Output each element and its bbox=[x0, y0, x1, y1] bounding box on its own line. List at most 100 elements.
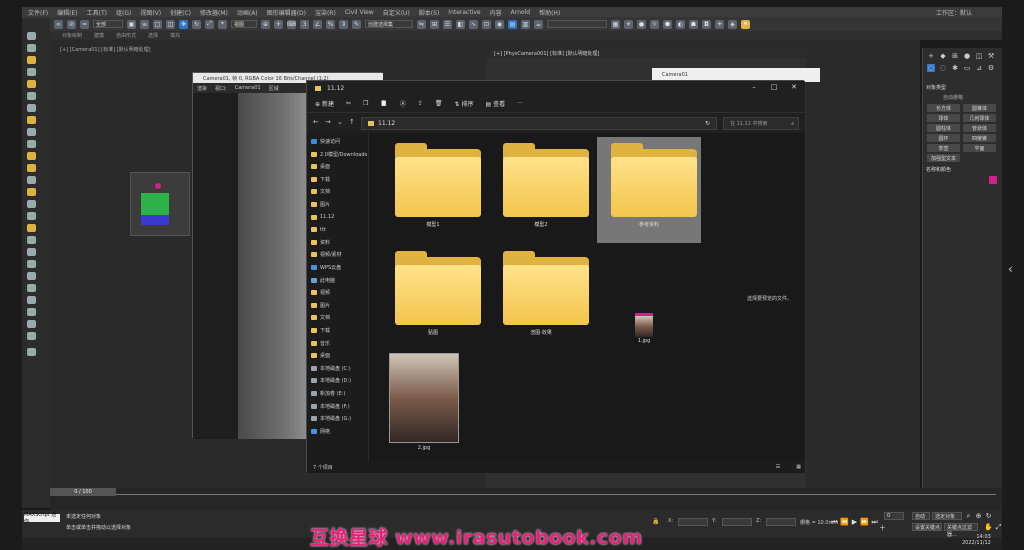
nav-item[interactable]: 本地磁盘 (F:) bbox=[311, 402, 369, 411]
sphere-button[interactable]: 球体 bbox=[927, 114, 960, 122]
file-item[interactable]: 2.jpg bbox=[387, 351, 461, 455]
menu-item-graph-editors[interactable]: 图形编辑器(D) bbox=[267, 8, 306, 17]
bind-space-warp-icon[interactable]: ≈ bbox=[80, 19, 89, 29]
nav-item[interactable]: 11.12 bbox=[311, 213, 369, 222]
nav-item[interactable]: 图片 bbox=[311, 301, 369, 310]
nav-item[interactable]: 文档 bbox=[311, 187, 369, 196]
scene-explorer-icon[interactable] bbox=[27, 44, 36, 52]
up-icon[interactable]: ↑ bbox=[349, 118, 355, 126]
set-key-icon[interactable]: ＋ bbox=[878, 524, 887, 532]
plus-icon[interactable]: + bbox=[927, 52, 935, 60]
new-button[interactable]: ⊕ 新建 bbox=[315, 99, 334, 108]
vray-sphere-light-icon[interactable]: ● bbox=[637, 19, 646, 29]
render-preset-dropdown[interactable] bbox=[547, 20, 607, 28]
display-tab-icon[interactable]: ◫ bbox=[975, 52, 983, 60]
link-icon[interactable]: ∞ bbox=[54, 19, 63, 29]
reference-coordinate-dropdown[interactable]: 视图 bbox=[231, 20, 257, 28]
object-color-swatch[interactable] bbox=[989, 176, 997, 184]
sun-icon[interactable] bbox=[27, 164, 36, 172]
go-to-start-icon[interactable]: ⏮ bbox=[830, 518, 839, 526]
nav-item[interactable]: 桌面 bbox=[311, 162, 369, 171]
menu-item-scripting[interactable]: 脚本(S) bbox=[419, 8, 440, 17]
space-warp-icon[interactable] bbox=[27, 116, 36, 124]
pivot-center-icon[interactable]: ⊕ bbox=[261, 19, 270, 29]
select-rotate-icon[interactable]: ↻ bbox=[192, 19, 201, 29]
plane-button[interactable]: 平面 bbox=[963, 144, 996, 152]
hierarchy-tab-icon[interactable]: ⊞ bbox=[951, 52, 959, 60]
nav-item[interactable]: 下载 bbox=[311, 326, 369, 335]
modify-icon[interactable]: ◆ bbox=[939, 52, 947, 60]
nav-item[interactable]: 文档 bbox=[311, 313, 369, 322]
nav-item[interactable]: 图片 bbox=[311, 200, 369, 209]
nav-item[interactable]: 本地磁盘 (C:) bbox=[311, 364, 369, 373]
utilities-icon[interactable] bbox=[27, 212, 36, 220]
palette-icon[interactable] bbox=[27, 320, 36, 328]
hierarchy-icon[interactable] bbox=[27, 176, 36, 184]
helpers-icon[interactable] bbox=[27, 80, 36, 88]
vray-mesh-icon[interactable]: ◈ bbox=[728, 19, 737, 29]
menu-item-create[interactable]: 创建(C) bbox=[170, 8, 191, 17]
schematic-view-icon[interactable]: ⊡ bbox=[482, 19, 491, 29]
set-key-button[interactable]: 设置关键点 bbox=[912, 523, 942, 531]
display-icon[interactable] bbox=[27, 200, 36, 208]
vray-sun-icon[interactable]: ☼ bbox=[650, 19, 659, 29]
render-toolbar-region[interactable]: 区域 bbox=[269, 85, 279, 92]
ribbon-tab-selection[interactable]: 选择 bbox=[148, 32, 158, 39]
paste-icon[interactable]: 📋 bbox=[380, 100, 387, 107]
nav-item[interactable]: 此电脑 bbox=[311, 276, 369, 285]
previous-frame-icon[interactable]: ⏪ bbox=[840, 518, 849, 526]
geometry-tab-icon[interactable]: ○ bbox=[927, 64, 935, 72]
nav-item[interactable]: ttt bbox=[311, 225, 369, 234]
star-icon[interactable] bbox=[27, 224, 36, 232]
question-icon[interactable] bbox=[27, 248, 36, 256]
key-filters-button[interactable]: 关键点过滤器... bbox=[944, 523, 978, 538]
layers-icon[interactable] bbox=[27, 284, 36, 292]
render-toolbar-viewport[interactable]: 视口: bbox=[215, 85, 227, 92]
folder-item[interactable]: 贴图 bbox=[381, 245, 485, 351]
vray-tools-icon[interactable]: ⚑ bbox=[741, 19, 750, 29]
curve-editor-icon[interactable]: ∿ bbox=[469, 19, 478, 29]
address-bar[interactable]: 11.12 ↻ bbox=[361, 117, 717, 130]
current-frame-field[interactable]: 0 bbox=[884, 512, 904, 520]
ribbon-tab-freeform[interactable]: 自由形式 bbox=[116, 32, 136, 39]
chevron-left-icon[interactable]: ‹ bbox=[1008, 262, 1013, 276]
folder-item[interactable]: 模型2 bbox=[489, 137, 593, 243]
geosphere-button[interactable]: 几何球体 bbox=[963, 114, 996, 122]
render-production-icon[interactable]: ☕ bbox=[534, 19, 543, 29]
nav-item[interactable]: 2.0模型/Downloads bbox=[311, 150, 369, 159]
track-bar[interactable] bbox=[116, 494, 996, 495]
large-icons-view-icon[interactable]: ▦ bbox=[796, 464, 801, 470]
material-editor-icon[interactable]: ◉ bbox=[495, 19, 504, 29]
folder-item[interactable]: 渲图-效果 bbox=[489, 245, 593, 351]
viewport-selected-object[interactable] bbox=[130, 172, 190, 236]
menu-item-animation[interactable]: 动画(A) bbox=[237, 8, 258, 17]
menu-item-civil-view[interactable]: Civil View bbox=[345, 9, 374, 16]
snaps-toggle-icon[interactable]: 3 bbox=[300, 19, 309, 29]
menu-item-interactive[interactable]: Interactive bbox=[448, 9, 480, 16]
minimize-button[interactable]: – bbox=[747, 83, 761, 93]
nav-item[interactable]: 视频 bbox=[311, 288, 369, 297]
keyboard-shortcut-icon[interactable]: ⌨ bbox=[287, 19, 296, 29]
vray-frame-buffer-icon[interactable]: ▦ bbox=[611, 19, 620, 29]
object-type-section[interactable]: 对象类型 bbox=[926, 84, 1000, 92]
file-item[interactable]: 1.jpg bbox=[635, 313, 657, 344]
copy-icon[interactable]: ❐ bbox=[363, 100, 368, 107]
box-button[interactable]: 长方体 bbox=[927, 104, 960, 112]
rectangle-selection-icon[interactable]: □ bbox=[153, 19, 162, 29]
motion-icon[interactable] bbox=[27, 188, 36, 196]
maximize-button[interactable]: □ bbox=[767, 83, 781, 93]
pan-icon[interactable]: ✋ bbox=[984, 523, 993, 531]
details-view-icon[interactable]: ☰ bbox=[776, 464, 780, 470]
vray-proxy-icon[interactable]: ⬢ bbox=[663, 19, 672, 29]
play-icon[interactable]: ▶ bbox=[850, 518, 859, 526]
settings-icon[interactable] bbox=[27, 260, 36, 268]
menu-item-rendering[interactable]: 渲染(R) bbox=[315, 8, 336, 17]
light-bulb-icon[interactable] bbox=[27, 152, 36, 160]
textplus-button[interactable]: 加强型文本 bbox=[927, 154, 960, 162]
back-icon[interactable]: ← bbox=[313, 118, 319, 126]
delete-icon[interactable]: 🗑 bbox=[435, 100, 443, 107]
menu-item-tools[interactable]: 工具(T) bbox=[87, 8, 107, 17]
nav-item[interactable]: 新加卷 (E:) bbox=[311, 389, 369, 398]
render-setup-icon[interactable]: ▤ bbox=[508, 19, 517, 29]
orbit-icon[interactable]: ↻ bbox=[984, 512, 993, 520]
